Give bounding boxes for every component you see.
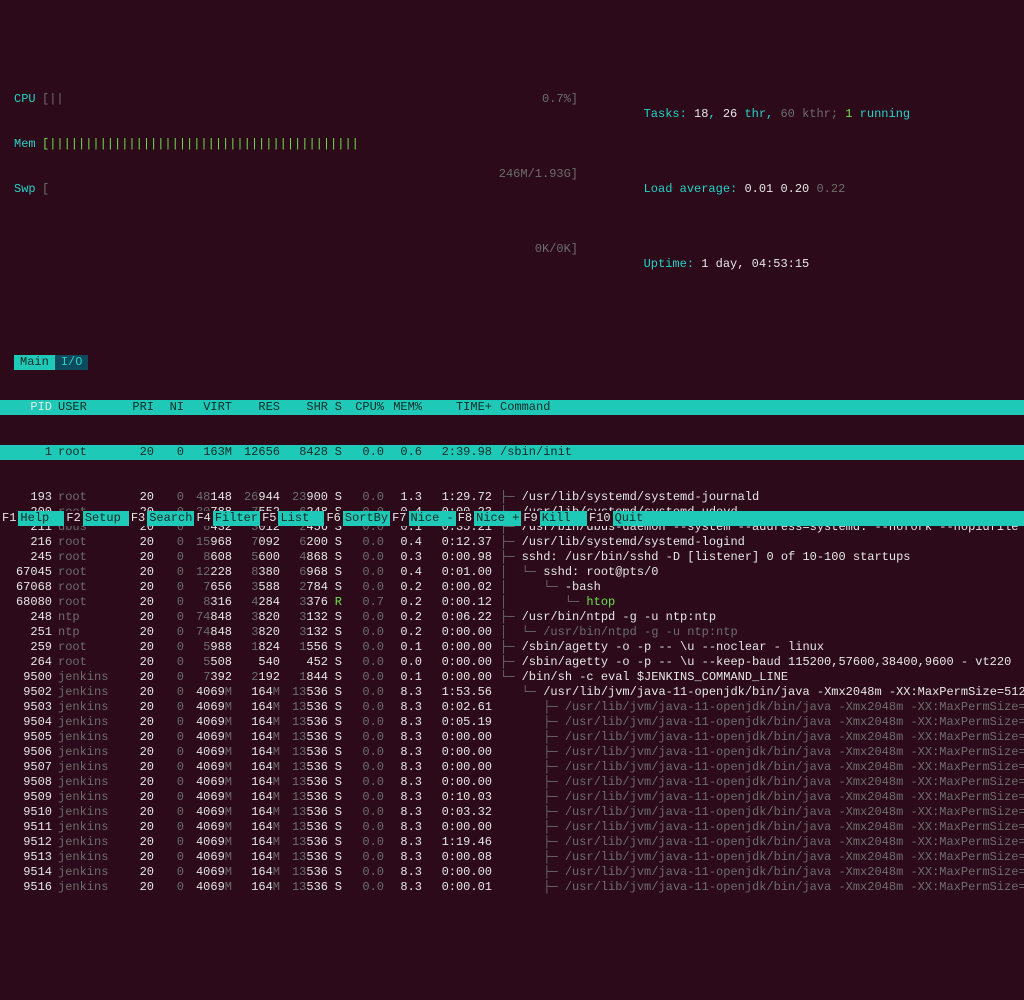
process-row[interactable]: 9505jenkins2004069M164M13536S0.08.30:00.… <box>0 730 1024 745</box>
tasks-line: 0.7%] Tasks: 18, 26 thr, 60 kthr; 1 runn… <box>494 92 1018 137</box>
fkey-sortby[interactable]: F6SortBy <box>324 511 390 526</box>
column-header[interactable]: PID USER PRI NI VIRT RES SHR S CPU% MEM%… <box>0 400 1024 415</box>
process-row[interactable]: 9509jenkins2004069M164M13536S0.08.30:10.… <box>0 790 1024 805</box>
fkey-kill[interactable]: F9Kill <box>521 511 587 526</box>
process-row[interactable]: 9512jenkins2004069M164M13536S0.08.31:19.… <box>0 835 1024 850</box>
swp-meter: Swp [ <box>14 182 494 197</box>
process-row[interactable]: 9514jenkins2004069M164M13536S0.08.30:00.… <box>0 865 1024 880</box>
fkey-setup[interactable]: F2Setup <box>64 511 128 526</box>
process-row[interactable]: 67068root200765635882784S0.00.20:00.02│ … <box>0 580 1024 595</box>
header-meters: CPU [|| Mem [|||||||||||||||||||||||||||… <box>0 60 1024 319</box>
process-row[interactable]: 9510jenkins2004069M164M13536S0.08.30:03.… <box>0 805 1024 820</box>
process-row[interactable]: 9511jenkins2004069M164M13536S0.08.30:00.… <box>0 820 1024 835</box>
process-row[interactable]: 264root2005508540452S0.00.00:00.00├─ /sb… <box>0 655 1024 670</box>
process-row[interactable]: 9507jenkins2004069M164M13536S0.08.30:00.… <box>0 760 1024 775</box>
process-row[interactable]: 9500jenkins200739221921844S0.00.10:00.00… <box>0 670 1024 685</box>
process-row[interactable]: 9503jenkins2004069M164M13536S0.08.30:02.… <box>0 700 1024 715</box>
tab-main[interactable]: Main <box>14 355 55 370</box>
process-row[interactable]: 193root200481482694423900S0.01.31:29.72├… <box>0 490 1024 505</box>
process-row[interactable]: 9516jenkins2004069M164M13536S0.08.30:00.… <box>0 880 1024 895</box>
process-row[interactable]: 9508jenkins2004069M164M13536S0.08.30:00.… <box>0 775 1024 790</box>
process-list[interactable]: 193root200481482694423900S0.01.31:29.72├… <box>0 490 1024 895</box>
process-row[interactable]: 68080root200831642843376R0.70.20:00.12│ … <box>0 595 1024 610</box>
uptime-line: 0K/0K] Uptime: 1 day, 04:53:15 <box>494 242 1018 287</box>
process-row[interactable]: 251ntp2007484838203132S0.00.20:00.00│ └─… <box>0 625 1024 640</box>
fkey-list[interactable]: F5List <box>260 511 324 526</box>
selected-row[interactable]: 1 root 20 0 163M 12656 8428 S 0.0 0.6 2:… <box>0 445 1024 460</box>
process-row[interactable]: 245root200860856004868S0.00.30:00.98├─ s… <box>0 550 1024 565</box>
fkey-search[interactable]: F3Search <box>129 511 195 526</box>
process-row[interactable]: 9506jenkins2004069M164M13536S0.08.30:00.… <box>0 745 1024 760</box>
fkey-quit[interactable]: F10Quit <box>587 511 659 526</box>
process-row[interactable]: 9504jenkins2004069M164M13536S0.08.30:05.… <box>0 715 1024 730</box>
fkey-nice -[interactable]: F7Nice - <box>390 511 456 526</box>
process-row[interactable]: 216root2001596870926200S0.00.40:12.37├─ … <box>0 535 1024 550</box>
fkey-filter[interactable]: F4Filter <box>194 511 260 526</box>
process-row[interactable]: 9502jenkins2004069M164M13536S0.08.31:53.… <box>0 685 1024 700</box>
cpu-meter: CPU [|| <box>14 92 494 107</box>
process-row[interactable]: 248ntp2007484838203132S0.00.20:06.22├─ /… <box>0 610 1024 625</box>
fkey-help[interactable]: F1Help <box>0 511 64 526</box>
mem-meter: Mem [|||||||||||||||||||||||||||||||||||… <box>14 137 494 152</box>
function-keys: F1HelpF2SetupF3SearchF4FilterF5List F6So… <box>0 511 1024 526</box>
tab-io[interactable]: I/O <box>55 355 89 370</box>
process-row[interactable]: 67045root2001222883806968S0.00.40:01.00│… <box>0 565 1024 580</box>
fkey-nice +[interactable]: F8Nice + <box>456 511 522 526</box>
process-row[interactable]: 9513jenkins2004069M164M13536S0.08.30:00.… <box>0 850 1024 865</box>
load-line: 246M/1.93G] Load average: 0.01 0.20 0.22 <box>494 167 1018 212</box>
process-row[interactable]: 259root200598818241556S0.00.10:00.00├─ /… <box>0 640 1024 655</box>
